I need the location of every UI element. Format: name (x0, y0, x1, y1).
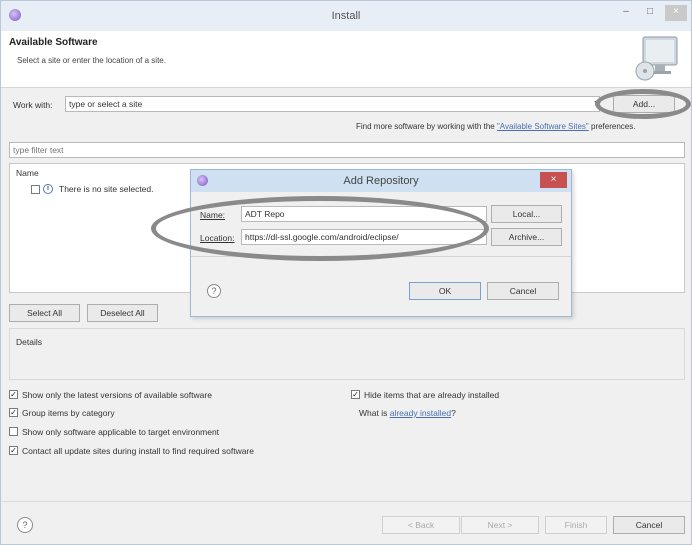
deselect-all-button[interactable]: Deselect All (87, 304, 158, 322)
highlight-oval-add (595, 89, 691, 119)
filter-input[interactable]: type filter text (9, 142, 685, 158)
dialog-close-button[interactable]: × (540, 172, 567, 188)
target-environment-label: Show only software applicable to target … (22, 427, 220, 437)
info-icon: i (43, 184, 53, 194)
dialog-cancel-button[interactable]: Cancel (487, 282, 559, 300)
latest-versions-label: Show only the latest versions of availab… (22, 390, 212, 400)
archive-button[interactable]: Archive... (491, 228, 562, 246)
finish-button[interactable]: Finish (545, 516, 607, 534)
contact-sites-checkbox[interactable]: ✓ (9, 446, 18, 455)
dialog-title: Add Repository (343, 175, 419, 187)
dialog-title-bar: Add Repository × (191, 170, 571, 192)
back-button[interactable]: < Back (382, 516, 460, 534)
details-label: Details (16, 337, 42, 347)
work-with-combo[interactable]: type or select a site (65, 96, 600, 112)
window-title: Install (331, 10, 361, 22)
local-button[interactable]: Local... (491, 205, 562, 223)
what-is-prefix: What is (359, 408, 390, 418)
wizard-header: Available Software Select a site or ente… (1, 31, 691, 88)
select-all-button[interactable]: Select All (9, 304, 80, 322)
available-sites-hint: Find more software by working with the "… (356, 122, 635, 131)
close-button[interactable]: × (665, 5, 687, 21)
footer-divider (1, 501, 691, 502)
tree-item-checkbox[interactable] (31, 185, 40, 194)
hint-suffix: preferences. (588, 122, 636, 131)
empty-tree-message: There is no site selected. (59, 184, 154, 194)
available-software-sites-link[interactable]: "Available Software Sites" (497, 122, 589, 131)
hide-installed-label: Hide items that are already installed (364, 390, 500, 400)
page-subtitle: Select a site or enter the location of a… (17, 56, 166, 65)
title-bar: Install – □ × (1, 1, 691, 31)
hint-prefix: Find more software by working with the (356, 122, 497, 131)
minimize-button[interactable]: – (615, 5, 637, 21)
maximize-button[interactable]: □ (639, 5, 661, 21)
highlight-oval-fields (151, 196, 489, 261)
details-group: Details (9, 328, 685, 380)
monitor-install-icon (635, 36, 678, 81)
what-is-installed: What is already installed? (359, 408, 456, 418)
group-by-category-label: Group items by category (22, 408, 115, 418)
group-by-category-checkbox[interactable]: ✓ (9, 408, 18, 417)
cancel-button[interactable]: Cancel (613, 516, 685, 534)
work-with-value: type or select a site (69, 99, 143, 109)
page-title: Available Software (9, 37, 98, 48)
dialog-help-icon[interactable]: ? (207, 284, 221, 298)
target-environment-checkbox[interactable] (9, 427, 18, 436)
work-with-label: Work with: (13, 100, 53, 110)
name-column-header[interactable]: Name (16, 168, 39, 178)
ok-button[interactable]: OK (409, 282, 481, 300)
install-window: Install – □ × Available Software Select … (0, 0, 692, 545)
next-button[interactable]: Next > (461, 516, 539, 534)
help-icon[interactable]: ? (17, 517, 33, 533)
what-is-suffix: ? (451, 408, 456, 418)
latest-versions-checkbox[interactable]: ✓ (9, 390, 18, 399)
already-installed-link[interactable]: already installed (390, 408, 451, 418)
hide-installed-checkbox[interactable]: ✓ (351, 390, 360, 399)
contact-sites-label: Contact all update sites during install … (22, 446, 254, 456)
